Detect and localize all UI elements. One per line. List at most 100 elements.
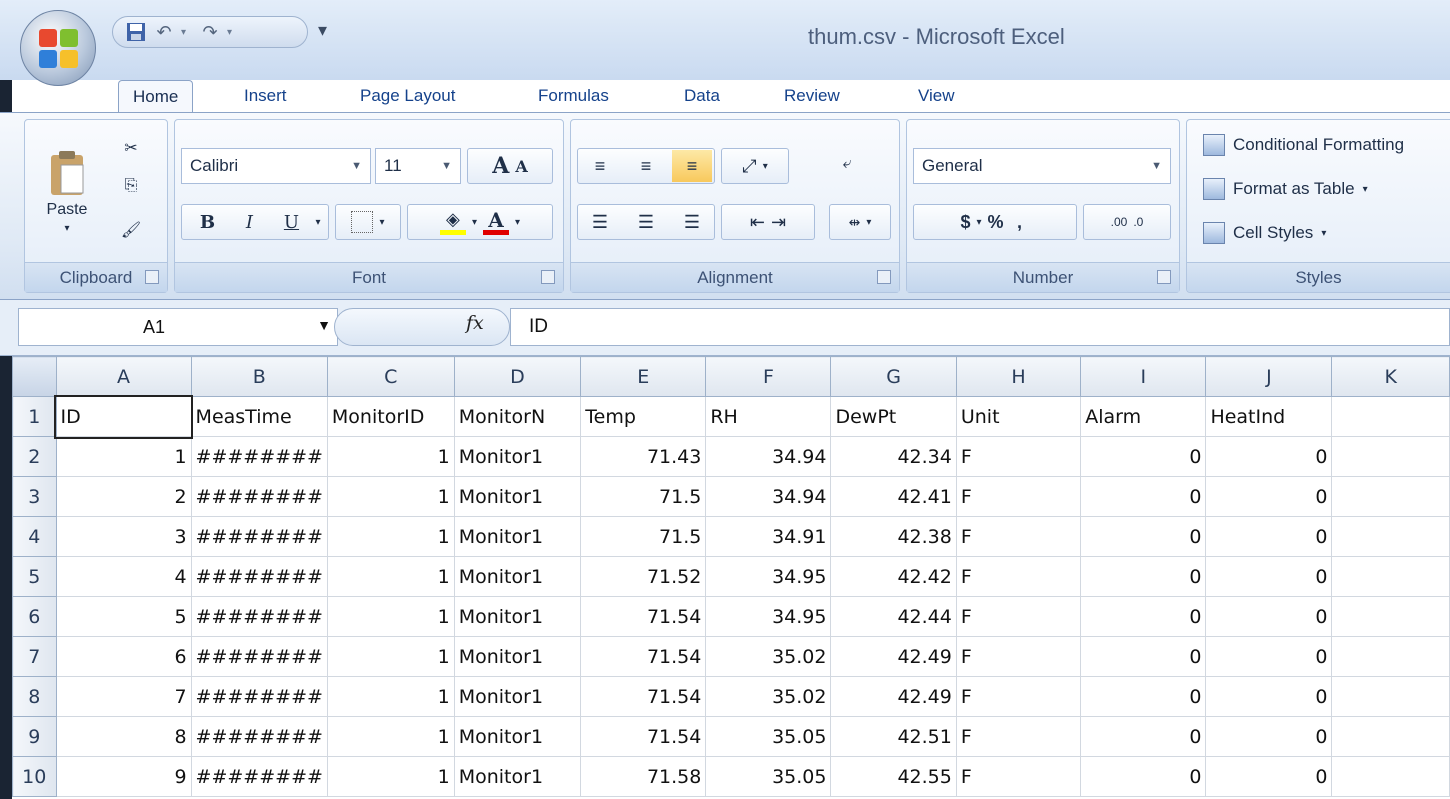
cell-f8[interactable]: 35.02 bbox=[705, 676, 832, 717]
cell-b3[interactable]: ######## bbox=[190, 476, 328, 517]
cell-f9[interactable]: 35.05 bbox=[705, 716, 832, 757]
cell-d7[interactable]: Monitor1 bbox=[453, 636, 582, 677]
cell-c9[interactable]: 1 bbox=[326, 716, 455, 757]
cell-j7[interactable]: 0 bbox=[1205, 636, 1333, 677]
font-color-button[interactable]: A bbox=[483, 210, 509, 235]
font-name-combo[interactable]: Calibri ▼ bbox=[181, 148, 371, 184]
cell-k2[interactable] bbox=[1331, 436, 1450, 477]
tab-formulas[interactable]: Formulas bbox=[538, 80, 609, 112]
bold-button[interactable]: B bbox=[189, 212, 225, 233]
cell-h8[interactable]: F bbox=[955, 676, 1082, 717]
cell-k3[interactable] bbox=[1331, 476, 1450, 517]
tab-view[interactable]: View bbox=[918, 80, 955, 112]
format-as-table-button[interactable]: Format as Table ▾ bbox=[1203, 178, 1368, 200]
name-box[interactable]: A1 ▼ bbox=[18, 308, 338, 346]
cell-e5[interactable]: 71.52 bbox=[580, 556, 707, 597]
orientation-button[interactable]: ⤢ ▾ bbox=[721, 148, 789, 184]
cell-i8[interactable]: 0 bbox=[1080, 676, 1207, 717]
cell-c6[interactable]: 1 bbox=[326, 596, 455, 637]
increase-indent-icon[interactable]: ⇥ bbox=[771, 212, 786, 233]
borders-button[interactable]: ▾ bbox=[335, 204, 401, 240]
cell-e2[interactable]: 71.43 bbox=[580, 436, 707, 477]
row-header[interactable]: 2 bbox=[12, 436, 57, 477]
cell-k8[interactable] bbox=[1331, 676, 1450, 717]
align-bottom-icon[interactable]: ≡ bbox=[672, 150, 712, 182]
tab-review[interactable]: Review bbox=[784, 80, 840, 112]
cell-g10[interactable]: 42.55 bbox=[830, 756, 957, 797]
cell-d6[interactable]: Monitor1 bbox=[453, 596, 582, 637]
column-header-f[interactable]: F bbox=[705, 356, 832, 397]
row-header[interactable]: 10 bbox=[12, 756, 57, 797]
cell-g7[interactable]: 42.49 bbox=[830, 636, 957, 677]
align-top-icon[interactable]: ≡ bbox=[580, 156, 620, 177]
row-header[interactable]: 9 bbox=[12, 716, 57, 757]
cell-g4[interactable]: 42.38 bbox=[830, 516, 957, 557]
cell-a5[interactable]: 4 bbox=[55, 556, 192, 597]
undo-icon[interactable]: ↶ bbox=[153, 21, 175, 43]
cell-h6[interactable]: F bbox=[955, 596, 1082, 637]
cell-h1[interactable]: Unit bbox=[955, 396, 1082, 437]
font-launcher-icon[interactable] bbox=[541, 270, 555, 284]
merge-center-button[interactable]: ⇹ ▾ bbox=[829, 204, 891, 240]
cell-c5[interactable]: 1 bbox=[326, 556, 455, 597]
cell-j8[interactable]: 0 bbox=[1205, 676, 1333, 717]
cell-f1[interactable]: RH bbox=[705, 396, 832, 437]
cell-d1[interactable]: MonitorN bbox=[453, 396, 582, 437]
fill-color-button[interactable]: ◈ bbox=[439, 209, 466, 235]
cell-j4[interactable]: 0 bbox=[1205, 516, 1333, 557]
cell-g8[interactable]: 42.49 bbox=[830, 676, 957, 717]
name-box-dropdown-icon[interactable]: ▼ bbox=[317, 317, 331, 333]
row-header[interactable]: 4 bbox=[12, 516, 57, 557]
cell-c10[interactable]: 1 bbox=[326, 756, 455, 797]
cell-e7[interactable]: 71.54 bbox=[580, 636, 707, 677]
cell-h7[interactable]: F bbox=[955, 636, 1082, 677]
italic-button[interactable]: I bbox=[231, 212, 267, 233]
column-header-h[interactable]: H bbox=[955, 356, 1082, 397]
cell-g3[interactable]: 42.41 bbox=[830, 476, 957, 517]
row-header[interactable]: 1 bbox=[12, 396, 57, 437]
redo-dropdown-icon[interactable]: ▾ bbox=[227, 27, 239, 38]
cell-b5[interactable]: ######## bbox=[190, 556, 328, 597]
decrease-decimal-button[interactable]: .0 bbox=[1133, 215, 1143, 229]
comma-button[interactable]: , bbox=[1010, 212, 1030, 233]
cell-b6[interactable]: ######## bbox=[190, 596, 328, 637]
number-format-combo[interactable]: General ▼ bbox=[913, 148, 1171, 184]
cut-icon[interactable]: ✂ bbox=[117, 134, 145, 162]
cell-styles-button[interactable]: Cell Styles ▾ bbox=[1203, 222, 1326, 244]
column-header-j[interactable]: J bbox=[1205, 356, 1333, 397]
cell-g6[interactable]: 42.44 bbox=[830, 596, 957, 637]
cell-k9[interactable] bbox=[1331, 716, 1450, 757]
cell-j1[interactable]: HeatInd bbox=[1205, 396, 1333, 437]
cell-c3[interactable]: 1 bbox=[326, 476, 455, 517]
cell-e6[interactable]: 71.54 bbox=[580, 596, 707, 637]
align-middle-icon[interactable]: ≡ bbox=[626, 156, 666, 177]
cell-h2[interactable]: F bbox=[955, 436, 1082, 477]
alignment-launcher-icon[interactable] bbox=[877, 270, 891, 284]
cell-f7[interactable]: 35.02 bbox=[705, 636, 832, 677]
cell-h9[interactable]: F bbox=[955, 716, 1082, 757]
currency-dropdown-icon[interactable]: ▾ bbox=[976, 217, 981, 228]
cell-c4[interactable]: 1 bbox=[326, 516, 455, 557]
cell-f5[interactable]: 34.95 bbox=[705, 556, 832, 597]
cell-h5[interactable]: F bbox=[955, 556, 1082, 597]
cell-b1[interactable]: MeasTime bbox=[190, 396, 328, 437]
formula-input[interactable]: ID bbox=[510, 308, 1450, 346]
cell-a7[interactable]: 6 bbox=[55, 636, 192, 677]
cell-g1[interactable]: DewPt bbox=[830, 396, 957, 437]
conditional-formatting-button[interactable]: Conditional Formatting bbox=[1203, 134, 1404, 156]
decrease-indent-icon[interactable]: ⇤ bbox=[750, 212, 765, 233]
cell-j6[interactable]: 0 bbox=[1205, 596, 1333, 637]
cell-i10[interactable]: 0 bbox=[1080, 756, 1207, 797]
cell-j5[interactable]: 0 bbox=[1205, 556, 1333, 597]
cell-h3[interactable]: F bbox=[955, 476, 1082, 517]
cell-e8[interactable]: 71.54 bbox=[580, 676, 707, 717]
cell-g5[interactable]: 42.42 bbox=[830, 556, 957, 597]
column-header-c[interactable]: C bbox=[326, 356, 455, 397]
cell-e4[interactable]: 71.5 bbox=[580, 516, 707, 557]
cell-j3[interactable]: 0 bbox=[1205, 476, 1333, 517]
align-center-icon[interactable]: ☰ bbox=[626, 212, 666, 233]
underline-dropdown-icon[interactable]: ▾ bbox=[315, 217, 320, 228]
align-right-icon[interactable]: ☰ bbox=[672, 212, 712, 233]
save-icon[interactable] bbox=[125, 21, 147, 43]
column-header-g[interactable]: G bbox=[830, 356, 957, 397]
